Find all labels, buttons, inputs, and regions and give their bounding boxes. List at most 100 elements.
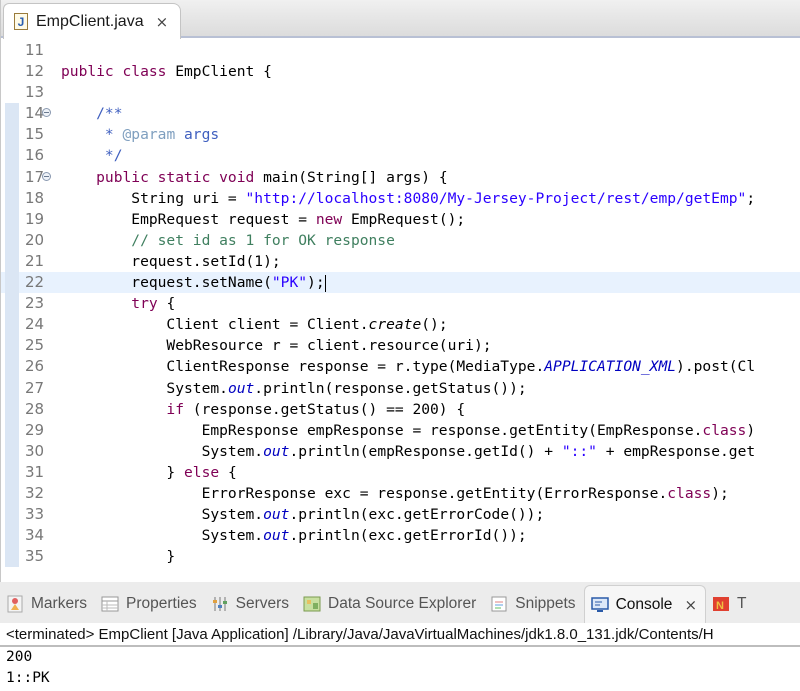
line-number: 22 bbox=[25, 273, 45, 292]
close-icon[interactable]: ⨯ bbox=[156, 13, 169, 31]
code-line[interactable]: 18 String uri = "http://localhost:8080/M… bbox=[1, 187, 800, 209]
line-number: 18 bbox=[25, 188, 45, 207]
view-tab-console[interactable]: Console ⨯ bbox=[583, 584, 707, 624]
code-token: .println(exc.getErrorCode()); bbox=[289, 506, 545, 524]
code-token: Client client = Client. bbox=[61, 316, 369, 334]
code-token: main(String[] args) { bbox=[263, 168, 448, 186]
snippets-icon bbox=[490, 595, 508, 613]
fold-collapse-icon[interactable] bbox=[42, 108, 51, 118]
close-icon[interactable]: ⨯ bbox=[684, 596, 697, 614]
servers-icon bbox=[211, 595, 229, 613]
view-tab-t[interactable]: NT bbox=[706, 585, 754, 623]
view-tab-data-source-explorer[interactable]: Data Source Explorer bbox=[297, 585, 484, 623]
code-line[interactable]: 17 public static void main(String[] args… bbox=[1, 166, 800, 188]
code-line[interactable]: 34 System.out.println(exc.getErrorId()); bbox=[1, 525, 800, 547]
code-line[interactable]: 24 Client client = Client.create(); bbox=[1, 314, 800, 336]
code-line[interactable]: 31 } else { bbox=[1, 461, 800, 484]
console-output[interactable]: 200 1::PK bbox=[0, 647, 800, 691]
bottom-panel: Markers Properties Servers Data Source Expl… bbox=[0, 584, 800, 691]
code-text: try { bbox=[61, 293, 175, 314]
line-gutter: 12 bbox=[1, 61, 61, 82]
line-gutter: 32 bbox=[1, 482, 61, 505]
code-token: out bbox=[263, 442, 290, 460]
console-icon bbox=[590, 596, 609, 614]
code-token: .println(response.getStatus()); bbox=[254, 379, 527, 397]
line-number: 27 bbox=[25, 378, 45, 397]
line-number: 33 bbox=[25, 505, 45, 524]
code-line[interactable]: 29 EmpResponse empResponse = response.ge… bbox=[1, 419, 800, 441]
line-number: 31 bbox=[25, 462, 45, 481]
code-line[interactable]: 15 * @param args bbox=[1, 124, 800, 146]
code-line[interactable]: 22 request.setName("PK"); bbox=[1, 272, 800, 294]
view-tab-label: Servers bbox=[235, 595, 290, 612]
view-tab-snippets[interactable]: Snippets bbox=[484, 585, 583, 623]
line-gutter: 25 bbox=[1, 335, 61, 357]
code-token: create bbox=[368, 316, 422, 334]
code-line[interactable]: 14 /** bbox=[1, 103, 800, 125]
code-editor[interactable]: 11 12 public class EmpClient {13 14 /** 15 *… bbox=[1, 40, 800, 568]
view-tab-servers[interactable]: Servers bbox=[205, 585, 297, 623]
line-number: 20 bbox=[25, 230, 45, 249]
markers-icon bbox=[6, 595, 24, 613]
code-token: .println(empResponse.getId() + bbox=[289, 442, 562, 460]
line-number: 30 bbox=[25, 441, 45, 460]
code-token: EmpClient { bbox=[175, 63, 272, 81]
editor-tab-empclient[interactable]: J EmpClient.java ⨯ bbox=[3, 3, 181, 39]
code-line[interactable]: 20 // set id as 1 for OK response bbox=[1, 229, 800, 252]
line-number: 28 bbox=[25, 399, 45, 418]
code-line[interactable]: 23 try { bbox=[1, 293, 800, 315]
code-line[interactable]: 21 request.setId(1); bbox=[1, 250, 800, 273]
editor-tab-bar: J EmpClient.java ⨯ bbox=[1, 0, 800, 39]
code-line[interactable]: 19 EmpRequest request = new EmpRequest()… bbox=[1, 208, 800, 230]
line-gutter: 24 bbox=[1, 314, 61, 336]
code-token: EmpRequest(); bbox=[350, 210, 466, 228]
code-line[interactable]: 28 if (response.getStatus() == 200) { bbox=[1, 398, 800, 420]
code-line[interactable]: 30 System.out.println(empResponse.getId(… bbox=[1, 440, 800, 462]
view-tab-bar: Markers Properties Servers Data Source Expl… bbox=[0, 584, 800, 624]
line-gutter: 20 bbox=[1, 229, 61, 252]
code-token: ClientResponse response = r.type(MediaTy… bbox=[61, 358, 545, 376]
code-token: EmpResponse empResponse = response.getEn… bbox=[61, 421, 703, 439]
code-line[interactable]: 35 } bbox=[1, 546, 800, 568]
view-tab-properties[interactable]: Properties bbox=[95, 585, 205, 623]
line-number: 13 bbox=[25, 83, 45, 102]
line-gutter: 23 bbox=[1, 293, 61, 315]
code-token: /** bbox=[61, 105, 123, 123]
line-gutter: 35 bbox=[1, 546, 61, 568]
code-line[interactable]: 25 WebResource r = client.resource(uri); bbox=[1, 335, 800, 357]
view-tab-markers[interactable]: Markers bbox=[0, 585, 95, 623]
code-line[interactable]: 11 bbox=[1, 40, 800, 61]
code-token: EmpRequest request = bbox=[61, 210, 316, 228]
code-text: EmpResponse empResponse = response.getEn… bbox=[61, 420, 756, 441]
code-text: WebResource r = client.resource(uri); bbox=[61, 335, 491, 356]
code-token: ErrorResponse exc = response.getEntity(E… bbox=[61, 484, 668, 502]
view-tab-label: Snippets bbox=[515, 595, 576, 612]
java-file-icon: J bbox=[14, 13, 28, 30]
line-gutter: 31 bbox=[1, 461, 61, 484]
view-tab-label: Markers bbox=[31, 595, 87, 612]
line-gutter: 22 bbox=[1, 272, 61, 294]
code-line[interactable]: 16 */ bbox=[1, 145, 800, 167]
line-number: 19 bbox=[25, 209, 45, 228]
code-token: System. bbox=[61, 506, 264, 524]
code-line[interactable]: 32 ErrorResponse exc = response.getEntit… bbox=[1, 482, 800, 505]
line-gutter: 13 bbox=[1, 82, 61, 103]
code-text: System.out.println(exc.getErrorId()); bbox=[61, 525, 527, 546]
code-token: * bbox=[61, 126, 123, 144]
view-tab-label: T bbox=[737, 595, 747, 612]
text-caret bbox=[324, 274, 326, 292]
fold-collapse-icon[interactable] bbox=[42, 171, 51, 181]
code-line[interactable]: 13 bbox=[1, 82, 800, 103]
line-gutter: 27 bbox=[1, 377, 61, 399]
code-token: "PK" bbox=[271, 274, 308, 292]
line-gutter: 30 bbox=[1, 440, 61, 462]
code-line[interactable]: 27 System.out.println(response.getStatus… bbox=[1, 377, 800, 399]
line-number: 35 bbox=[25, 547, 45, 566]
code-line[interactable]: 26 ClientResponse response = r.type(Medi… bbox=[1, 356, 800, 378]
code-token: } bbox=[61, 548, 176, 566]
code-line[interactable]: 33 System.out.println(exc.getErrorCode()… bbox=[1, 504, 800, 526]
code-token: */ bbox=[61, 147, 123, 165]
code-line[interactable]: 12 public class EmpClient { bbox=[1, 61, 800, 82]
code-token: out bbox=[263, 506, 290, 524]
code-text: request.setId(1); bbox=[61, 251, 280, 272]
